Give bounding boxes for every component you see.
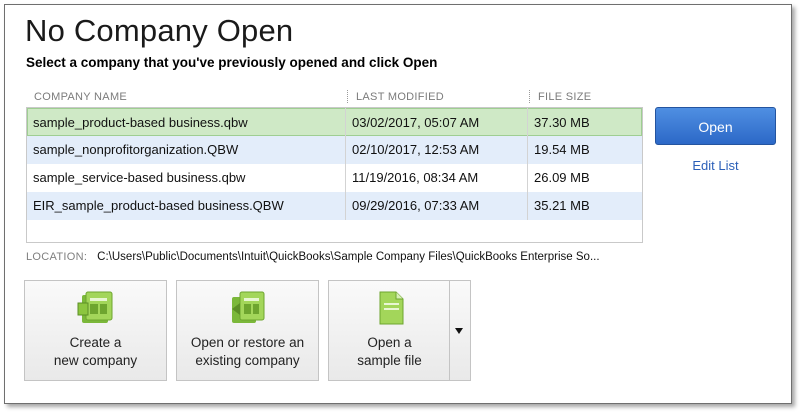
location-path: C:\Users\Public\Documents\Intuit\QuickBo… — [97, 251, 600, 263]
last-modified-cell: 02/10/2017, 12:53 AM — [352, 142, 480, 157]
table-row[interactable]: sample_service-based business.qbw 11/19/… — [27, 164, 642, 192]
no-company-open-dialog: No Company Open Select a company that yo… — [4, 4, 792, 404]
column-header-last-modified[interactable]: LAST MODIFIED — [356, 91, 444, 103]
company-name-cell: EIR_sample_product-based business.QBW — [33, 198, 284, 213]
last-modified-cell: 03/02/2017, 05:07 AM — [352, 115, 480, 130]
column-header-file-size[interactable]: FILE SIZE — [538, 91, 591, 103]
company-name-cell: sample_product-based business.qbw — [33, 115, 248, 130]
dialog-subtitle: Select a company that you've previously … — [26, 55, 438, 70]
open-restore-icon — [232, 291, 265, 323]
company-list-header: COMPANY NAME LAST MODIFIED FILE SIZE — [26, 85, 643, 107]
sample-file-icon — [379, 291, 404, 325]
file-size-cell: 37.30 MB — [534, 115, 590, 130]
edit-list-link[interactable]: Edit List — [655, 158, 776, 173]
file-size-cell: 19.54 MB — [534, 142, 590, 157]
location-bar: LOCATION: C:\Users\Public\Documents\Intui… — [26, 251, 600, 263]
dropdown-separator — [449, 281, 450, 380]
open-restore-company-label: Open or restore an existing company — [190, 335, 305, 368]
create-new-company-button[interactable]: Create a new company — [24, 280, 167, 381]
dropdown-arrow-icon[interactable] — [455, 328, 463, 334]
company-name-cell: sample_nonprofitorganization.QBW — [33, 142, 239, 157]
table-row[interactable]: sample_nonprofitorganization.QBW 02/10/2… — [27, 136, 642, 164]
table-row[interactable]: EIR_sample_product-based business.QBW 09… — [27, 192, 642, 220]
dialog-title: No Company Open — [25, 13, 294, 48]
open-sample-file-button[interactable]: Open a sample file — [328, 280, 471, 381]
column-divider — [527, 108, 528, 220]
file-size-cell: 26.09 MB — [534, 170, 590, 185]
column-separator[interactable] — [347, 90, 348, 103]
last-modified-cell: 09/29/2016, 07:33 AM — [352, 198, 480, 213]
file-size-cell: 35.21 MB — [534, 198, 590, 213]
open-button[interactable]: Open — [655, 107, 776, 145]
new-company-icon — [77, 291, 113, 323]
company-name-cell: sample_service-based business.qbw — [33, 170, 246, 185]
company-list-body: sample_product-based business.qbw 03/02/… — [26, 107, 643, 243]
last-modified-cell: 11/19/2016, 08:34 AM — [352, 170, 479, 185]
table-row[interactable]: sample_product-based business.qbw 03/02/… — [27, 108, 642, 136]
create-new-company-label: Create a new company — [53, 335, 138, 368]
open-sample-file-label: Open a sample file — [357, 335, 422, 368]
company-list: COMPANY NAME LAST MODIFIED FILE SIZE sam… — [26, 85, 643, 243]
location-label: LOCATION: — [26, 251, 88, 263]
column-header-company-name[interactable]: COMPANY NAME — [34, 91, 127, 103]
column-divider — [345, 108, 346, 220]
open-restore-company-button[interactable]: Open or restore an existing company — [176, 280, 319, 381]
column-separator[interactable] — [529, 90, 530, 103]
